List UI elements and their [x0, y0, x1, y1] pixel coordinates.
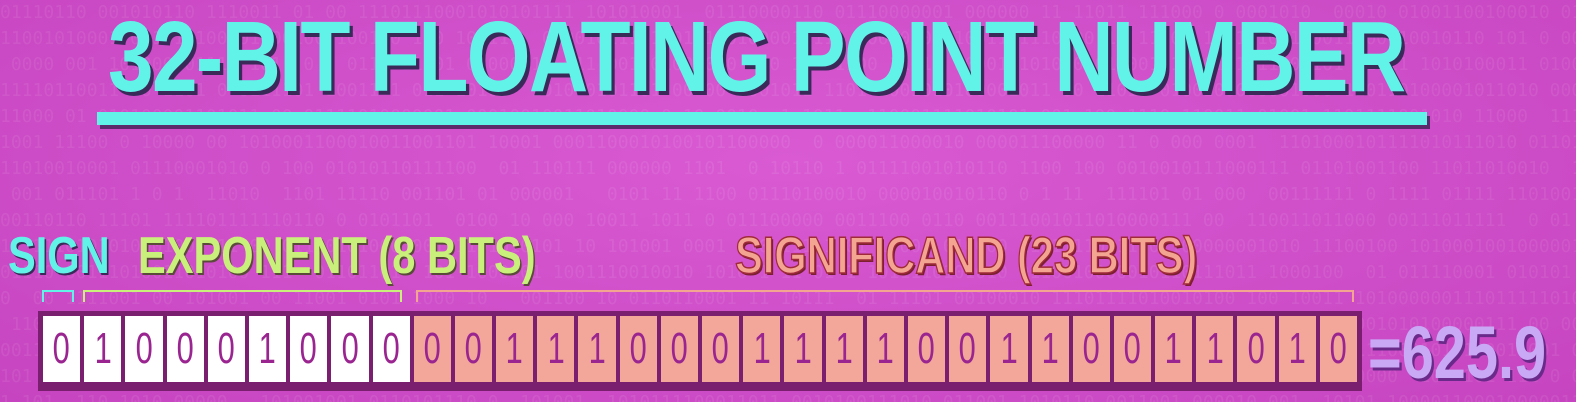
- significand-bit: 0: [1073, 316, 1110, 382]
- significand-bit: 0: [1320, 316, 1357, 382]
- significand-bit: 1: [826, 316, 863, 382]
- bit-value: 1: [506, 324, 523, 374]
- bit-row: 01000100000111000111100110011010: [38, 311, 1362, 391]
- bit-value: 0: [1083, 324, 1100, 374]
- bit-value: 0: [424, 324, 441, 374]
- significand-bit: 1: [743, 316, 780, 382]
- bit-value: 1: [877, 324, 894, 374]
- exponent-bit: 0: [373, 316, 410, 382]
- sign-label: SIGN: [8, 226, 110, 286]
- sign-bit: 0: [43, 316, 80, 382]
- exponent-bit: 0: [331, 316, 368, 382]
- diagram: 01110110 001010110 1110011 01 00 1110111…: [0, 0, 1576, 402]
- significand-bit: 1: [496, 316, 533, 382]
- significand-bit: 1: [784, 316, 821, 382]
- significand-bit: 0: [414, 316, 451, 382]
- significand-bit: 1: [1279, 316, 1316, 382]
- bit-value: 0: [1247, 324, 1264, 374]
- exponent-bit: 0: [167, 316, 204, 382]
- exponent-bracket: [83, 290, 402, 302]
- bit-value: 0: [53, 324, 70, 374]
- bit-value: 1: [1042, 324, 1059, 374]
- bit-value: 1: [1289, 324, 1306, 374]
- sign-bracket: [42, 290, 74, 302]
- significand-bit: 1: [990, 316, 1027, 382]
- significand-bit: 1: [1032, 316, 1069, 382]
- significand-bit: 0: [702, 316, 739, 382]
- bit-value: 0: [630, 324, 647, 374]
- bit-value: 1: [1000, 324, 1017, 374]
- significand-bit: 0: [620, 316, 657, 382]
- bit-value: 0: [1124, 324, 1141, 374]
- bit-value: 1: [588, 324, 605, 374]
- significand-bit: 0: [949, 316, 986, 382]
- significand-bit: 1: [1155, 316, 1192, 382]
- significand-bit: 1: [867, 316, 904, 382]
- result-value: =625.9: [1368, 310, 1546, 395]
- significand-bit: 0: [908, 316, 945, 382]
- bit-value: 0: [712, 324, 729, 374]
- bit-value: 1: [753, 324, 770, 374]
- significand-bit: 0: [1237, 316, 1274, 382]
- bit-value: 0: [671, 324, 688, 374]
- bit-value: 0: [300, 324, 317, 374]
- bit-value: 0: [959, 324, 976, 374]
- title: 32-BIT FLOATING POINT NUMBER: [108, 0, 1404, 115]
- significand-bit: 1: [1196, 316, 1233, 382]
- bit-value: 0: [918, 324, 935, 374]
- bit-value: 0: [341, 324, 358, 374]
- exponent-bit: 1: [249, 316, 286, 382]
- bit-value: 1: [94, 324, 111, 374]
- bit-value: 1: [1206, 324, 1223, 374]
- bit-value: 0: [177, 324, 194, 374]
- significand-label: SIGNIFICAND (23 BITS): [735, 226, 1197, 286]
- bit-value: 1: [794, 324, 811, 374]
- title-underline: [97, 112, 1427, 125]
- exponent-bit: 0: [290, 316, 327, 382]
- significand-bit: 1: [537, 316, 574, 382]
- significand-bit: 0: [661, 316, 698, 382]
- exponent-bit: 0: [208, 316, 245, 382]
- bit-value: 1: [836, 324, 853, 374]
- exponent-bit: 0: [125, 316, 162, 382]
- significand-bit: 0: [1114, 316, 1151, 382]
- bit-value: 1: [1165, 324, 1182, 374]
- significand-bit: 0: [455, 316, 492, 382]
- exponent-label: EXPONENT (8 BITS): [138, 226, 536, 286]
- bit-value: 0: [135, 324, 152, 374]
- bit-value: 1: [259, 324, 276, 374]
- bit-value: 0: [465, 324, 482, 374]
- bit-value: 1: [547, 324, 564, 374]
- significand-bracket: [416, 290, 1354, 302]
- significand-bit: 1: [578, 316, 615, 382]
- bit-value: 0: [1330, 324, 1347, 374]
- bit-value: 0: [218, 324, 235, 374]
- bit-value: 0: [383, 324, 400, 374]
- exponent-bit: 1: [84, 316, 121, 382]
